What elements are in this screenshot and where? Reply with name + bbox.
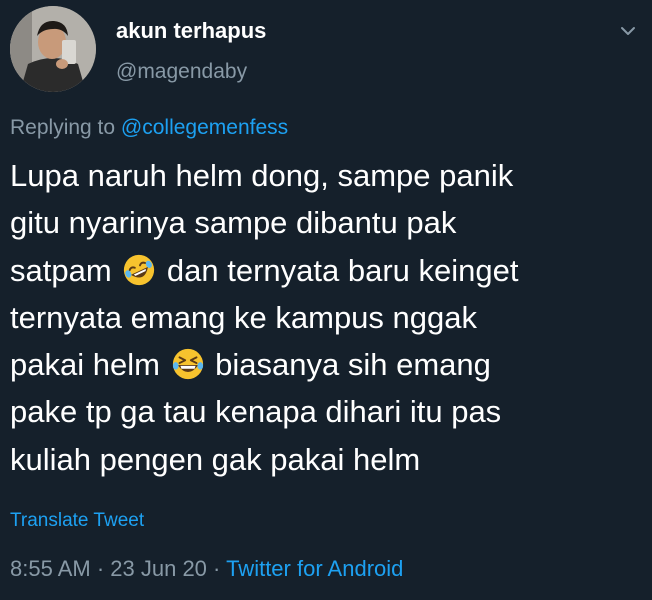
replying-to: Replying to @collegemenfess [10, 116, 288, 140]
tweet-line-text: satpam [10, 252, 112, 288]
reply-mention-link[interactable]: @collegemenfess [121, 116, 288, 139]
user-handle[interactable]: @magendaby [116, 60, 247, 84]
translate-tweet-link[interactable]: Translate Tweet [10, 510, 144, 532]
tweet-line: ternyata emang ke kampus nggak [10, 299, 477, 335]
tweet-time[interactable]: 8:55 AM [10, 556, 91, 581]
avatar-photo [10, 6, 96, 92]
replying-to-label: Replying to [10, 116, 121, 139]
tweet-meta: 8:55 AM · 23 Jun 20 · Twitter for Androi… [10, 556, 403, 582]
tweet-line: Lupa naruh helm dong, sampe panik [10, 158, 514, 193]
tweet-source-link[interactable]: Twitter for Android [226, 556, 403, 581]
grinning-squinting-face-emoji [172, 349, 203, 380]
tweet-text: Lupa naruh helm dong, sampe panik gitu n… [10, 152, 640, 483]
tweet-line: pake tp ga tau kenapa dihari itu pas [10, 394, 502, 430]
meta-separator: · [90, 556, 111, 581]
tweet-line-text: pakai helm [10, 347, 160, 383]
chevron-down-icon[interactable] [620, 24, 636, 38]
tweet-line-text: dan ternyata baru keinget [166, 252, 519, 288]
tweet-line: kuliah pengen gak pakai helm [10, 441, 421, 477]
tweet-line: gitu nyarinya sampe dibantu pak [10, 205, 457, 241]
display-name[interactable]: akun terhapus [116, 18, 266, 44]
tweet-line-text: biasanya sih emang [215, 347, 491, 383]
avatar[interactable] [10, 6, 96, 92]
tweet-line: satpam dan ternyata baru keinget [10, 247, 640, 294]
rolling-on-floor-laughing-emoji [124, 254, 155, 285]
meta-separator: · [206, 556, 227, 581]
tweet-date[interactable]: 23 Jun 20 [110, 556, 207, 581]
tweet-line: pakai helm biasanya sih emang [10, 341, 640, 388]
